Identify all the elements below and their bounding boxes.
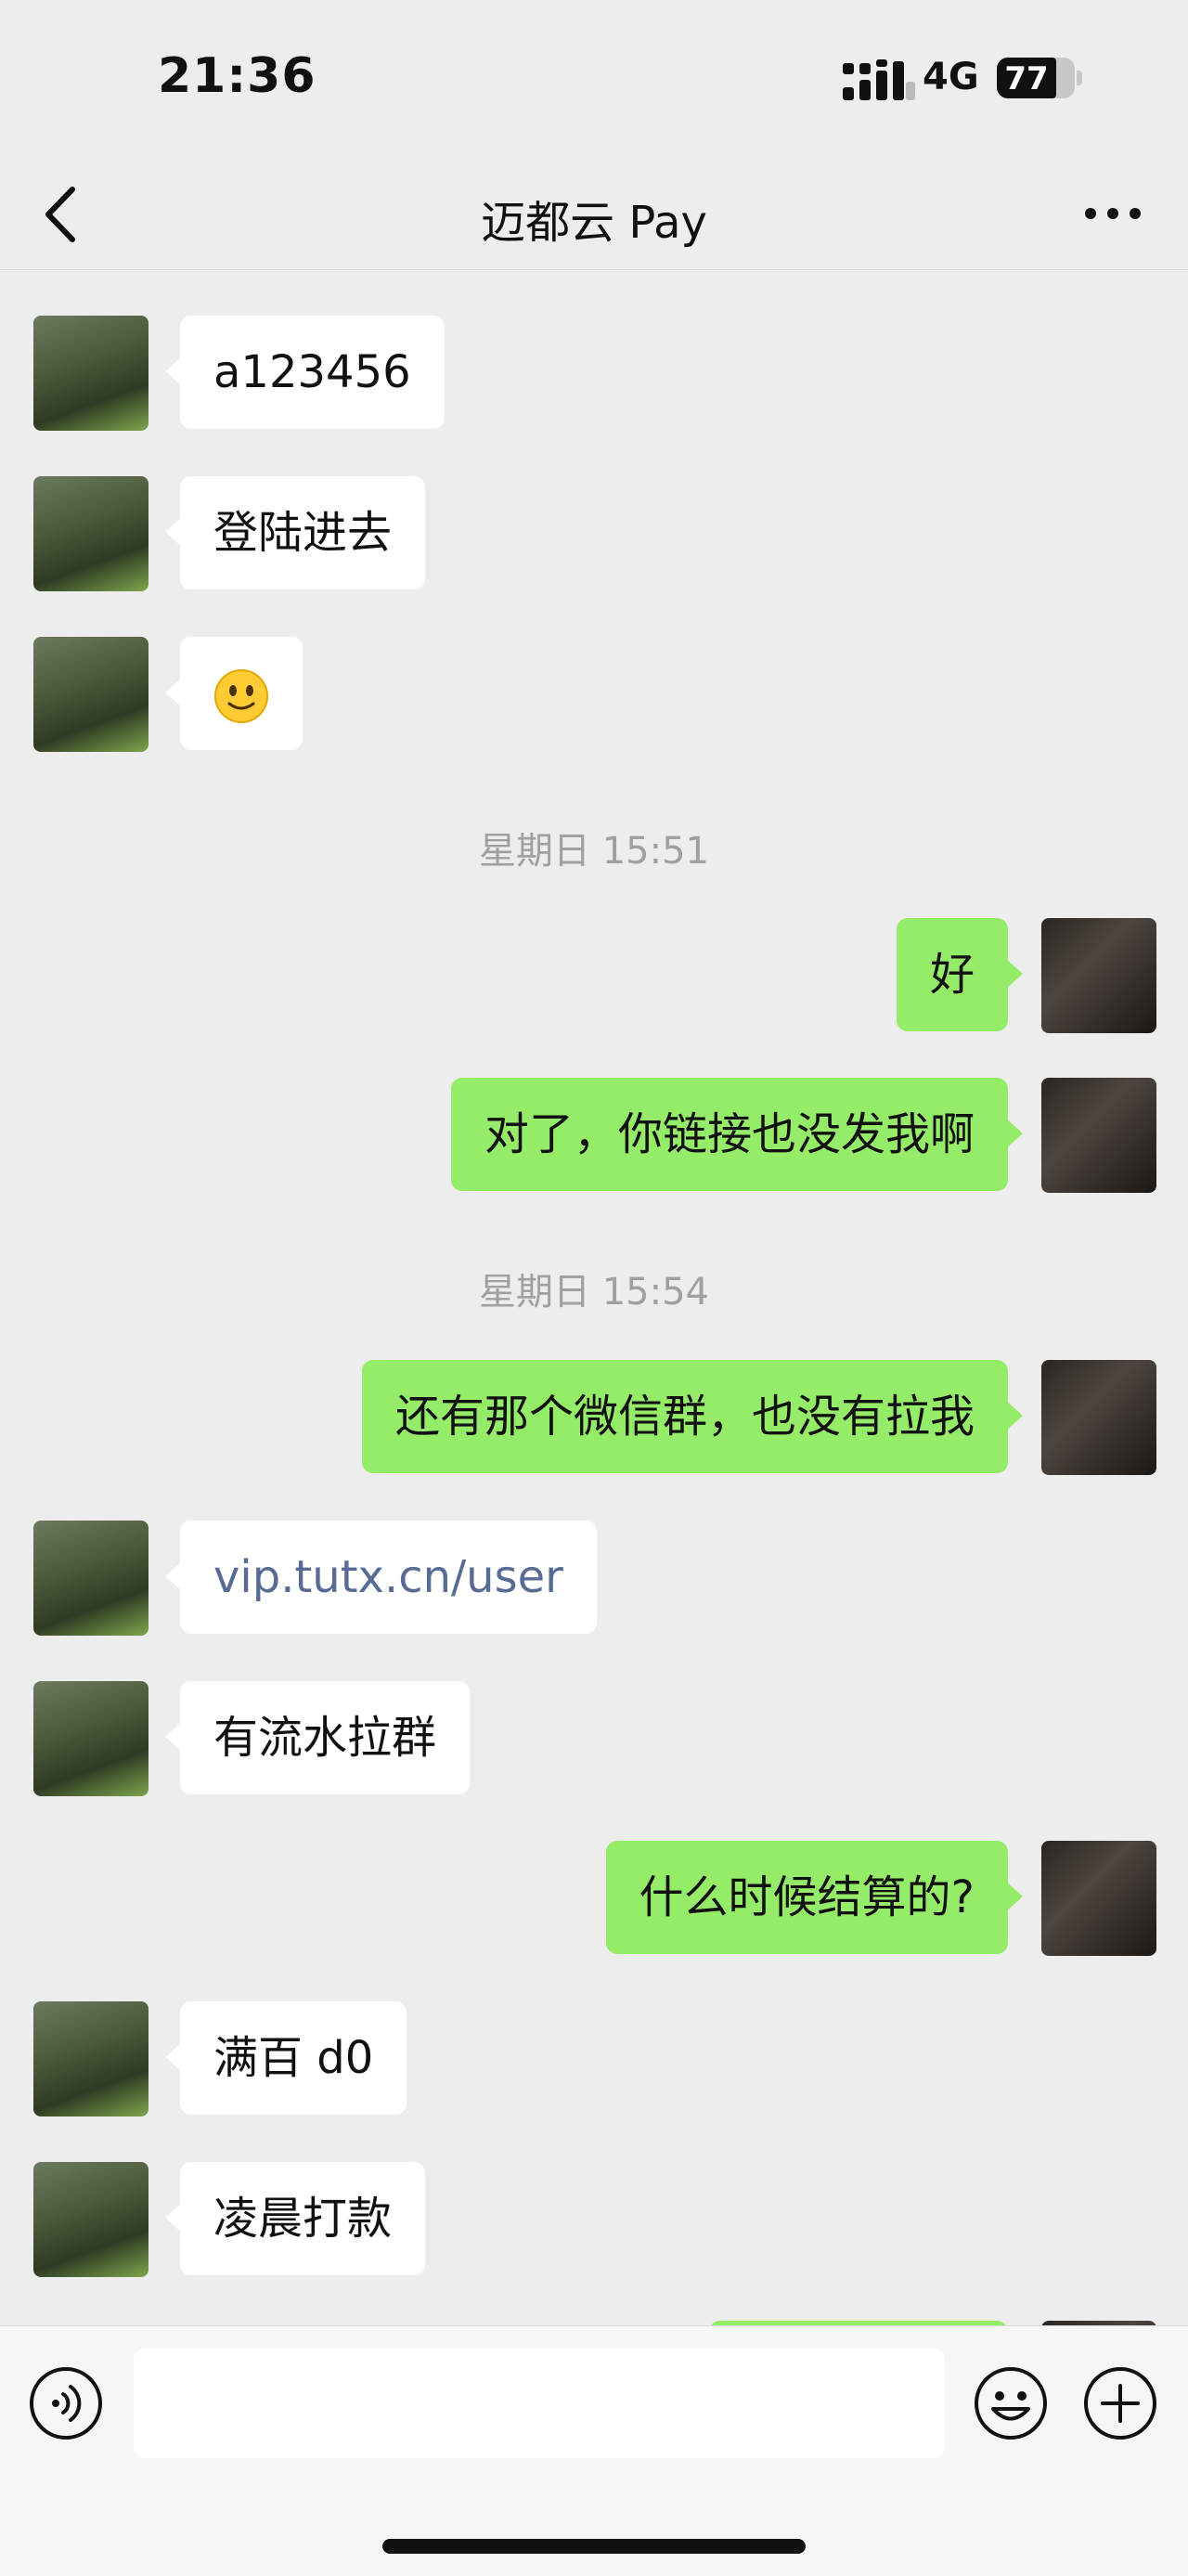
message-row: 满百 d0 xyxy=(0,2001,1188,2116)
timestamp: 星期日 15:54 xyxy=(479,1271,709,1314)
user-avatar[interactable] xyxy=(1041,1360,1156,1475)
voice-icon[interactable] xyxy=(28,2365,104,2441)
emoji-icon[interactable] xyxy=(973,2365,1049,2441)
home-indicator[interactable] xyxy=(382,2539,806,2554)
network-type: 4G xyxy=(923,56,979,98)
message-row: a123456 xyxy=(0,316,1188,431)
status-bar: 21:36 4G 77 xyxy=(0,0,1188,158)
timestamp: 星期日 15:51 xyxy=(479,830,709,873)
input-bar xyxy=(0,2325,1188,2576)
message-row: 什么时候结算的? xyxy=(0,1841,1188,1956)
message-row: 凌晨打款 xyxy=(0,2162,1188,2277)
message-row: vip.tutx.cn/user xyxy=(0,1521,1188,1636)
chat-title: 迈都云 Pay xyxy=(481,197,707,249)
sent-bubble[interactable]: 对了，你链接也没发我啊 xyxy=(450,1078,1024,1191)
cellular-signal-icon xyxy=(843,59,915,100)
contact-avatar[interactable] xyxy=(33,637,148,752)
user-avatar[interactable] xyxy=(1041,1841,1156,1956)
link-bubble[interactable]: vip.tutx.cn/user xyxy=(165,1521,597,1634)
sent-bubble[interactable]: 还有那个微信群，也没有拉我 xyxy=(361,1360,1024,1473)
contact-avatar[interactable] xyxy=(33,316,148,431)
message-row: 对了，你链接也没发我啊 xyxy=(0,1078,1188,1193)
chat-header: 迈都云 Pay xyxy=(0,158,1188,270)
slightly-smiling-face-icon xyxy=(214,669,268,723)
received-bubble[interactable]: 凌晨打款 xyxy=(164,2162,426,2275)
plus-icon[interactable] xyxy=(1082,2365,1158,2441)
message-row: 登陆进去 xyxy=(0,476,1188,591)
message-row: 还有那个微信群，也没有拉我 xyxy=(0,1360,1188,1475)
received-bubble[interactable] xyxy=(165,637,303,750)
contact-avatar[interactable] xyxy=(33,1681,148,1796)
received-bubble[interactable]: 有流水拉群 xyxy=(164,1681,471,1794)
contact-avatar[interactable] xyxy=(33,2162,148,2277)
received-bubble[interactable]: 满百 d0 xyxy=(164,2001,407,2115)
message-row: 有流水拉群 xyxy=(0,1681,1188,1796)
message-row: 好 xyxy=(0,918,1188,1033)
battery-level: 77 xyxy=(1004,60,1049,97)
battery-icon: 77 xyxy=(997,58,1082,98)
more-options-icon[interactable] xyxy=(1082,195,1143,232)
user-avatar[interactable] xyxy=(1041,1078,1156,1193)
message-input[interactable] xyxy=(134,2349,945,2458)
sent-bubble[interactable]: 好 xyxy=(896,918,1024,1031)
contact-avatar[interactable] xyxy=(33,2001,148,2116)
user-avatar[interactable] xyxy=(1041,918,1156,1033)
sent-bubble[interactable]: 什么时候结算的? xyxy=(605,1841,1024,1954)
message-row xyxy=(0,637,1188,752)
received-bubble[interactable]: a123456 xyxy=(165,316,445,429)
contact-avatar[interactable] xyxy=(33,1521,148,1636)
back-chevron-icon[interactable] xyxy=(37,182,84,247)
contact-avatar[interactable] xyxy=(33,476,148,591)
status-time: 21:36 xyxy=(158,48,316,104)
received-bubble[interactable]: 登陆进去 xyxy=(164,476,426,589)
